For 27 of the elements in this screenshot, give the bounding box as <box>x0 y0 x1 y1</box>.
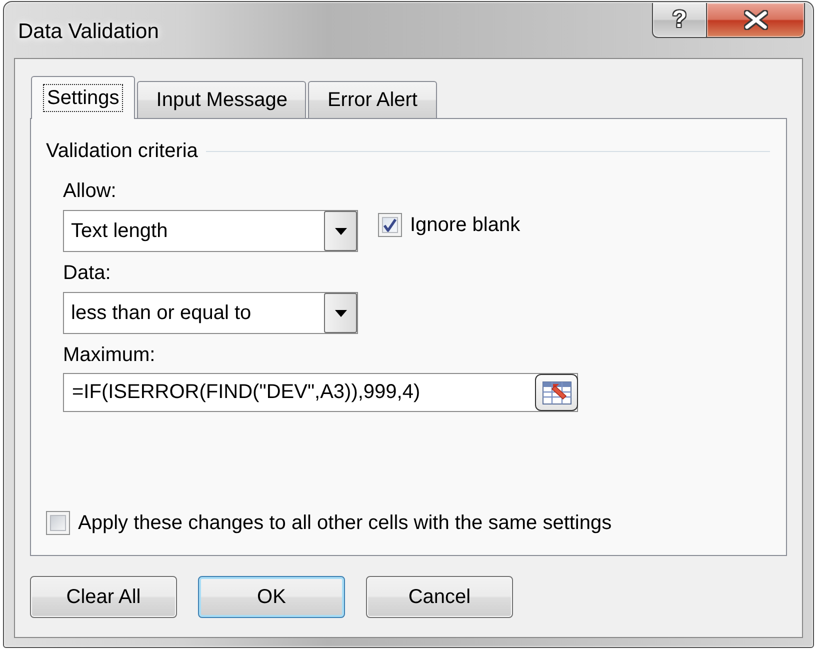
maximum-label: Maximum: <box>63 343 156 367</box>
maximum-field[interactable]: =IF(ISERROR(FIND("DEV",A3)),999,4) <box>63 373 578 412</box>
allow-dropdown[interactable]: Text length <box>63 210 358 252</box>
caret-icon <box>334 310 346 316</box>
dropdown-button[interactable] <box>324 211 357 251</box>
section-heading: Validation criteria <box>46 139 198 163</box>
data-dropdown[interactable]: less than or equal to <box>63 292 358 334</box>
range-select-button[interactable] <box>535 374 578 411</box>
allow-label: Allow: <box>63 179 116 203</box>
ignore-blank-label[interactable]: Ignore blank <box>410 213 520 237</box>
data-label: Data: <box>63 261 111 285</box>
checkmark-icon <box>383 218 397 232</box>
table-arrow-icon <box>542 380 572 404</box>
close-button[interactable] <box>707 3 805 38</box>
apply-all-checkbox[interactable] <box>46 511 70 535</box>
ok-button[interactable]: OK <box>198 576 345 618</box>
apply-all-label[interactable]: Apply these changes to all other cells with the same settings <box>78 511 612 535</box>
dropdown-button[interactable] <box>324 293 357 333</box>
tab[interactable]: Settings <box>31 76 136 119</box>
clear-all-button[interactable]: Clear All <box>30 576 177 618</box>
cancel-button[interactable]: Cancel <box>366 576 513 618</box>
caret-icon <box>334 228 346 234</box>
ignore-blank-checkbox[interactable] <box>378 213 402 237</box>
window-title: Data Validation <box>18 20 159 44</box>
tab[interactable]: Input Message <box>137 81 306 118</box>
tab[interactable]: Error Alert <box>308 81 436 118</box>
close-icon <box>744 10 768 30</box>
